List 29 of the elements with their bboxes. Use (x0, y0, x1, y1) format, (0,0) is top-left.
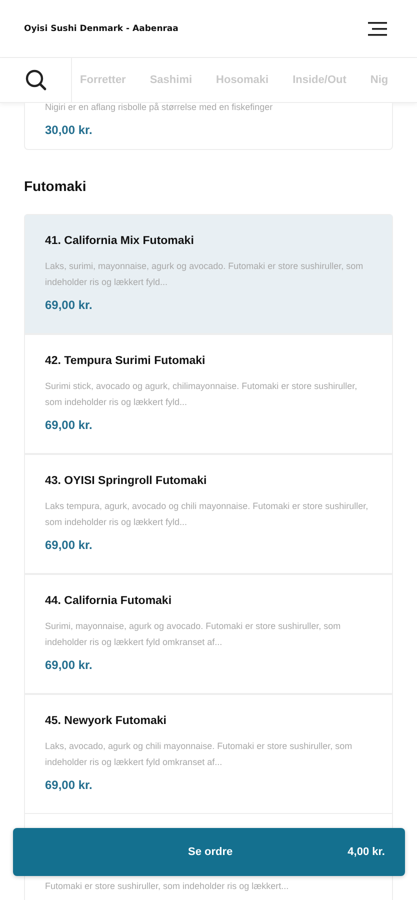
item-price: 30,00 kr. (45, 123, 94, 137)
item-name: 41. California Mix Futomaki (45, 235, 195, 247)
view-order-button[interactable]: Se ordre 4,00 kr. (13, 828, 405, 876)
item-description: Surimi stick, avocado og agurk, chilimayonnaise. Futomaki er store sushiruller, som indeholder ris og lækkert fyld... (45, 380, 358, 409)
menu-item-card[interactable]: 43. OYISI Springroll Futomaki Laks tempura, agurk, avocado og chili mayonnaise. Futomaki er store sushiruller, som indeholder ris og lækkert fyld... 69,00 kr. (24, 454, 393, 574)
item-description: Laks tempura, agurk, avocado og chili mayonnaise. Futomaki er store sushiruller, som indeholder ris og lækkert fyld... (45, 500, 370, 529)
item-name: 43. OYISI Springroll Futomaki (45, 475, 208, 487)
menu-item-card[interactable]: 41. California Mix Futomaki Laks, surimi, mayonnaise, agurk og avocado. Futomaki er store sushiruller, som indeholder ris og lækkert fyld... 69,00 kr. (24, 214, 393, 334)
menu-item-card[interactable]: 45. Newyork Futomaki Laks, avocado, agurk og chili mayonnaise. Futomaki er store sushiruller, som indeholder ris og lækkert fyld omkranset af... 69,00 kr. (24, 694, 393, 814)
search-button[interactable] (0, 58, 72, 102)
item-price: 69,00 kr. (45, 298, 94, 312)
item-description: Laks, surimi, mayonnaise, agurk og avocado. Futomaki er store sushiruller, som indeholder ris og lækkert fyld... (45, 260, 364, 289)
item-description: Nigiri er en aflang risbolle på størrelse med en fiskefinger (45, 101, 274, 114)
item-price: 69,00 kr. (45, 658, 94, 672)
restaurant-title: Oyisi Sushi Denmark - Aabenraa (24, 24, 178, 34)
item-price: 69,00 kr. (45, 538, 94, 552)
item-price: 69,00 kr. (45, 418, 94, 432)
menu-icon[interactable] (368, 22, 387, 36)
search-icon (24, 69, 46, 91)
item-price: 69,00 kr. (45, 778, 94, 792)
item-name: 44. California Futomaki (45, 595, 173, 607)
item-description: Surimi, mayonnaise, agurk og avocado. Futomaki er store sushiruller, som indeholder ris og lækkert fyld omkranset af... (45, 620, 342, 649)
item-name: 45. Newyork Futomaki (45, 715, 168, 727)
item-description: Futomaki er store sushiruller, som indeholder ris og lækkert... (45, 880, 290, 893)
menu-item-card[interactable]: 44. California Futomaki Surimi, mayonnaise, agurk og avocado. Futomaki er store sushiruller, som indeholder ris og lækkert fyld omkranset af... 69,00 kr. (24, 574, 393, 694)
item-description: Laks, avocado, agurk og chili mayonnaise. Futomaki er store sushiruller, som indeholder ris og lækkert fyld omkranset af... (45, 740, 354, 769)
menu-item-card[interactable]: 42. Tempura Surimi Futomaki Surimi stick, avocado og agurk, chilimayonnaise. Futomaki er store sushiruller, som indeholder ris og lækkert fyld... 69,00 kr. (24, 334, 393, 454)
section-title: Futomaki (24, 178, 88, 194)
item-name: 42. Tempura Surimi Futomaki (45, 355, 206, 367)
